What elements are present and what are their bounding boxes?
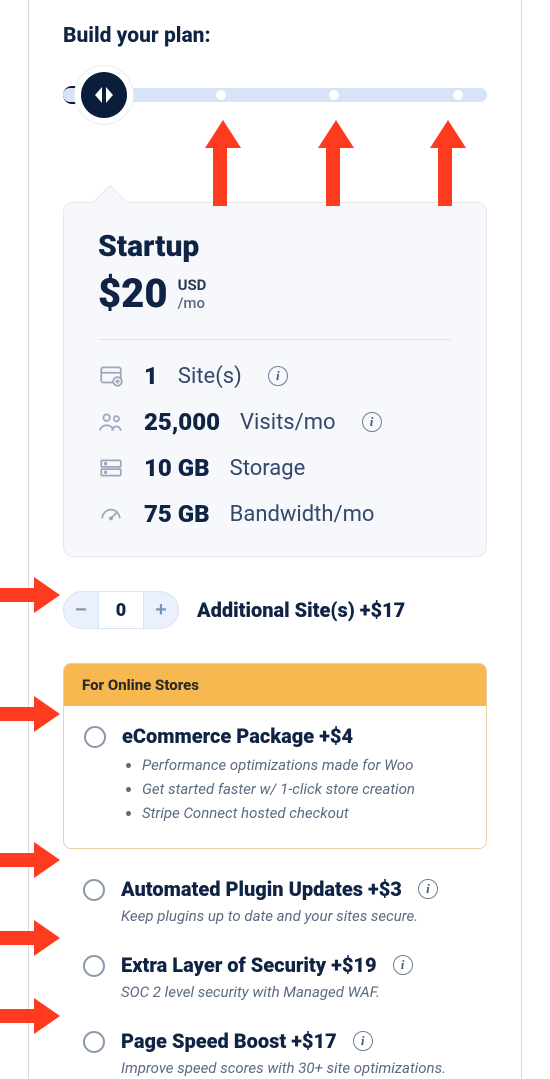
info-icon[interactable]: i	[268, 366, 288, 386]
plan-card-pointer	[93, 185, 127, 219]
addon-desc: Improve speed scores with 30+ site optim…	[121, 1059, 467, 1077]
slider-thumb[interactable]	[81, 72, 127, 118]
slider-thumb-arrows-icon	[91, 82, 117, 108]
bandwidth-icon	[98, 501, 124, 527]
info-icon[interactable]: i	[362, 412, 382, 432]
additional-sites-row: − 0 + Additional Site(s) +$17	[63, 591, 487, 629]
spec-label: Storage	[230, 456, 306, 481]
spec-row-visits: 25,000 Visits/mo i	[98, 408, 452, 436]
addon-radio[interactable]	[83, 955, 105, 977]
page-title: Build your plan:	[63, 24, 487, 48]
info-icon[interactable]: i	[353, 1031, 373, 1051]
slider-step-dot[interactable]	[329, 90, 339, 100]
annotation-arrow-up-icon	[318, 120, 348, 206]
slider-step-dot[interactable]	[216, 90, 226, 100]
spec-list: 1 Site(s) i 25,000 Visits/mo i	[98, 362, 452, 528]
spec-label: Site(s)	[178, 364, 242, 389]
annotation-arrow-right-icon	[0, 998, 60, 1028]
addon-title: Extra Layer of Security +$19	[121, 953, 377, 977]
annotation-arrow-up-icon	[205, 120, 235, 206]
ecommerce-title: eCommerce Package +$4	[122, 724, 415, 748]
spec-value: 1	[144, 362, 158, 390]
plan-card: Startup $20 USD /mo	[63, 202, 487, 557]
spec-label: Bandwidth/mo	[230, 502, 375, 527]
plan-currency: USD	[178, 276, 207, 294]
info-icon[interactable]: i	[418, 879, 438, 899]
stepper-increment-button[interactable]: +	[144, 591, 178, 629]
ecommerce-radio[interactable]	[84, 726, 106, 748]
additional-sites-label: Additional Site(s) +$17	[197, 598, 405, 622]
addon-row-plugin-updates: Automated Plugin Updates +$3 i Keep plug…	[63, 877, 487, 925]
site-icon	[98, 363, 124, 389]
spec-value: 10 GB	[144, 454, 210, 482]
slider-step-dot[interactable]	[453, 90, 463, 100]
plan-period: /mo	[178, 294, 207, 312]
annotation-arrow-up-icon	[430, 120, 460, 206]
addon-radio[interactable]	[83, 879, 105, 901]
spec-row-sites: 1 Site(s) i	[98, 362, 452, 390]
plan-price: $20	[98, 270, 168, 317]
annotation-arrow-right-icon	[0, 920, 60, 950]
list-item: Get started faster w/ 1-click store crea…	[142, 780, 415, 798]
list-item: Performance optimizations made for Woo	[142, 756, 415, 774]
ecommerce-badge: For Online Stores	[64, 664, 486, 706]
addon-desc: SOC 2 level security with Managed WAF.	[121, 983, 467, 1001]
plan-name: Startup	[98, 229, 452, 264]
addon-row-security: Extra Layer of Security +$19 i SOC 2 lev…	[63, 953, 487, 1001]
spec-label: Visits/mo	[240, 410, 336, 435]
additional-sites-stepper[interactable]: − 0 +	[63, 591, 179, 629]
spec-row-bandwidth: 75 GB Bandwidth/mo	[98, 500, 452, 528]
visits-icon	[98, 409, 124, 435]
addon-radio[interactable]	[83, 1031, 105, 1053]
spec-value: 75 GB	[144, 500, 210, 528]
annotation-arrow-right-icon	[0, 696, 60, 726]
annotation-arrow-right-icon	[0, 577, 60, 607]
ecommerce-bullets: Performance optimizations made for Woo G…	[122, 756, 415, 822]
stepper-decrement-button[interactable]: −	[64, 591, 98, 629]
plan-slider[interactable]	[63, 76, 487, 112]
price-row: $20 USD /mo	[98, 270, 452, 340]
addon-row-speed-boost: Page Speed Boost +$17 i Improve speed sc…	[63, 1029, 487, 1077]
annotation-arrow-right-icon	[0, 842, 60, 872]
spec-value: 25,000	[144, 408, 220, 436]
spec-row-storage: 10 GB Storage	[98, 454, 452, 482]
info-icon[interactable]: i	[393, 955, 413, 975]
stepper-value: 0	[98, 591, 144, 629]
addon-desc: Keep plugins up to date and your sites s…	[121, 907, 467, 925]
addon-title: Automated Plugin Updates +$3	[121, 877, 402, 901]
list-item: Stripe Connect hosted checkout	[142, 804, 415, 822]
storage-icon	[98, 455, 124, 481]
ecommerce-card: For Online Stores eCommerce Package +$4 …	[63, 663, 487, 849]
addon-title: Page Speed Boost +$17	[121, 1029, 337, 1053]
